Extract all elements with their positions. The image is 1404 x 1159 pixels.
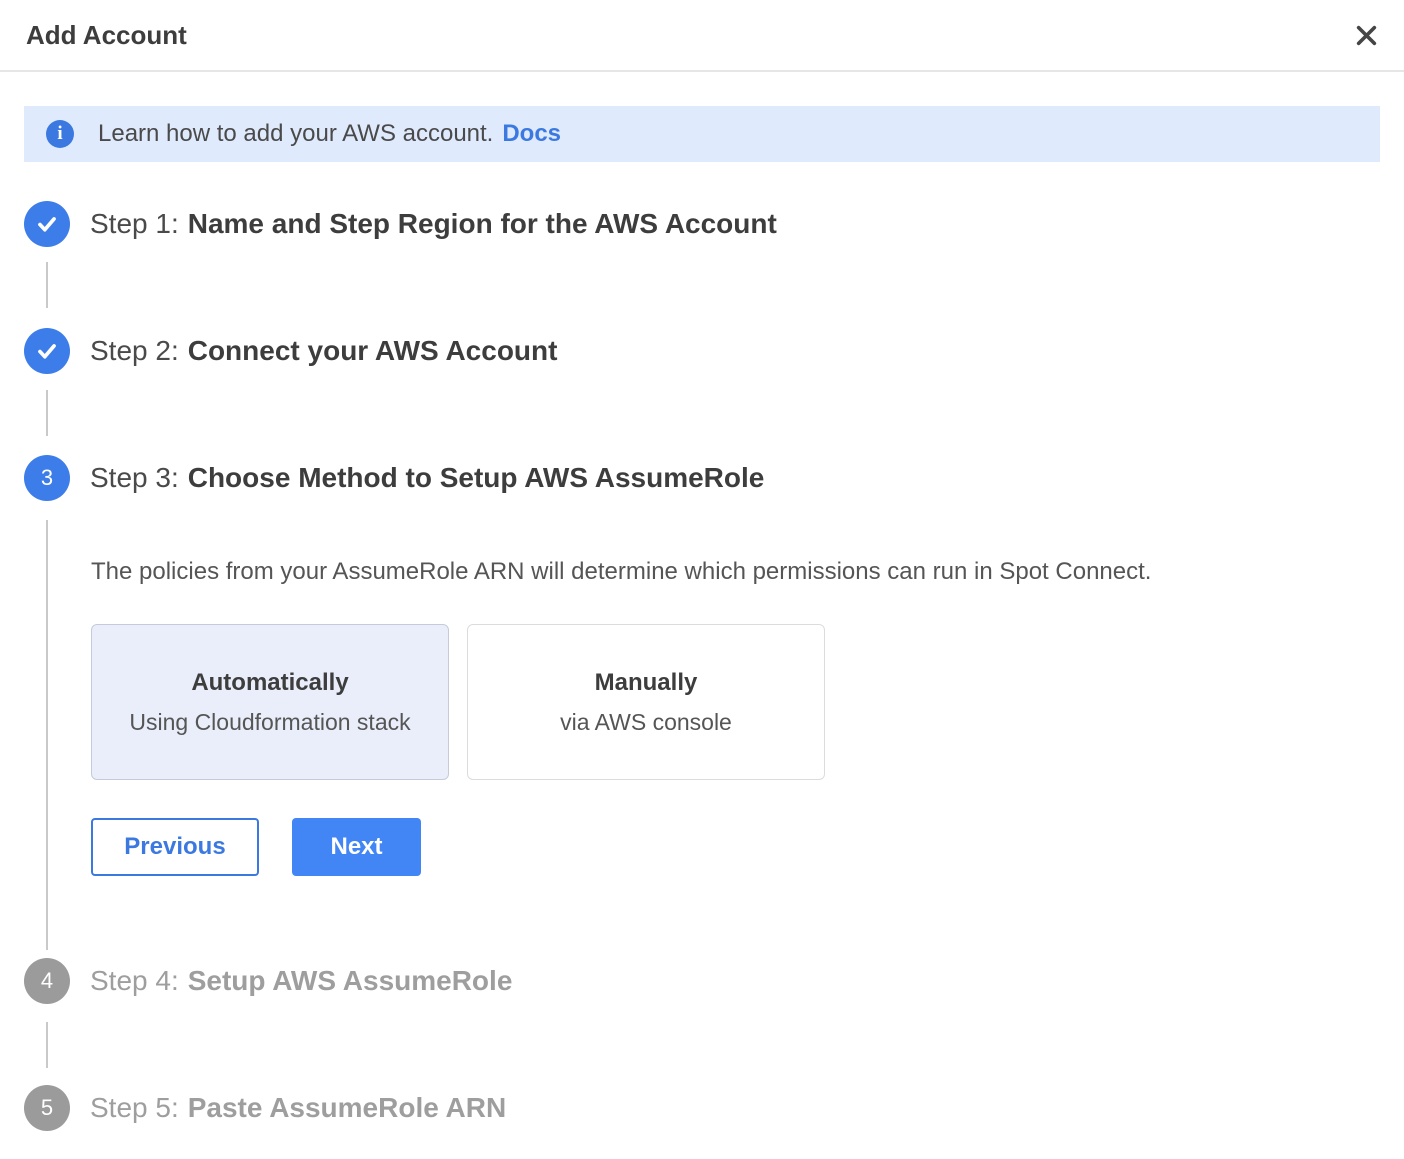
step-5-row: 5 Step 5: Paste AssumeRole ARN (24, 1085, 1380, 1131)
step-5-label: Step 5: Paste AssumeRole ARN (90, 1092, 506, 1124)
step-2-completed-circle (24, 328, 70, 374)
check-icon (34, 211, 60, 237)
step-4-number-circle: 4 (24, 958, 70, 1004)
docs-link[interactable]: Docs (502, 120, 561, 148)
step-5-title: Paste AssumeRole ARN (188, 1092, 506, 1123)
step-2-title: Connect your AWS Account (188, 335, 558, 366)
step-3-row: 3 Step 3: Choose Method to Setup AWS Assu… (24, 455, 1380, 501)
step-3-title: Choose Method to Setup AWS AssumeRole (188, 462, 765, 493)
step-1-label: Step 1: Name and Step Region for the AWS … (90, 208, 777, 240)
previous-button[interactable]: Previous (91, 818, 259, 876)
info-banner: i Learn how to add your AWS account. Doc… (24, 106, 1380, 162)
step-3-number-circle: 3 (24, 455, 70, 501)
next-button[interactable]: Next (292, 818, 421, 876)
step-3-label: Step 3: Choose Method to Setup AWS Assume… (90, 462, 764, 494)
step-connector (46, 1022, 48, 1068)
add-account-modal: Add Account i Learn how to add your AWS … (0, 0, 1404, 1131)
info-icon: i (46, 120, 74, 148)
step-3-description: The policies from your AssumeRole ARN wi… (91, 558, 1380, 586)
option-manually-subtitle: via AWS console (560, 709, 732, 736)
close-icon (1353, 22, 1380, 49)
step-connector (46, 390, 48, 436)
close-button[interactable] (1347, 16, 1386, 55)
option-manually[interactable]: Manually via AWS console (467, 624, 825, 780)
step-connector (46, 520, 48, 950)
modal-content: i Learn how to add your AWS account. Doc… (0, 106, 1404, 1131)
step-5-number-circle: 5 (24, 1085, 70, 1131)
step-3-number: 3 (41, 467, 53, 489)
step-4-title: Setup AWS AssumeRole (188, 965, 513, 996)
step-3-content: The policies from your AssumeRole ARN wi… (24, 501, 1380, 958)
option-automatically-subtitle: Using Cloudformation stack (129, 709, 410, 736)
step-2-label: Step 2: Connect your AWS Account (90, 335, 557, 367)
step-5-prefix: Step 5: (90, 1092, 179, 1123)
step-2-prefix: Step 2: (90, 335, 179, 366)
option-automatically[interactable]: Automatically Using Cloudformation stack (91, 624, 449, 780)
step-3-actions: Previous Next (91, 818, 1380, 876)
step-1-row: Step 1: Name and Step Region for the AWS … (24, 201, 1380, 247)
step-4-number: 4 (41, 970, 53, 992)
option-manually-title: Manually (595, 669, 698, 697)
step-4-prefix: Step 4: (90, 965, 179, 996)
setup-method-options: Automatically Using Cloudformation stack… (91, 624, 1380, 780)
step-4-row: 4 Step 4: Setup AWS AssumeRole (24, 958, 1380, 1004)
step-5-number: 5 (41, 1097, 53, 1119)
step-2-row: Step 2: Connect your AWS Account (24, 328, 1380, 374)
modal-header: Add Account (0, 0, 1404, 72)
step-connector (46, 262, 48, 308)
option-automatically-title: Automatically (191, 669, 348, 697)
check-icon (34, 338, 60, 364)
step-1-prefix: Step 1: (90, 208, 179, 239)
step-1-completed-circle (24, 201, 70, 247)
step-4-label: Step 4: Setup AWS AssumeRole (90, 965, 512, 997)
step-3-prefix: Step 3: (90, 462, 179, 493)
step-1-title: Name and Step Region for the AWS Account (188, 208, 777, 239)
banner-text: Learn how to add your AWS account. (98, 120, 493, 148)
modal-title: Add Account (26, 20, 187, 51)
